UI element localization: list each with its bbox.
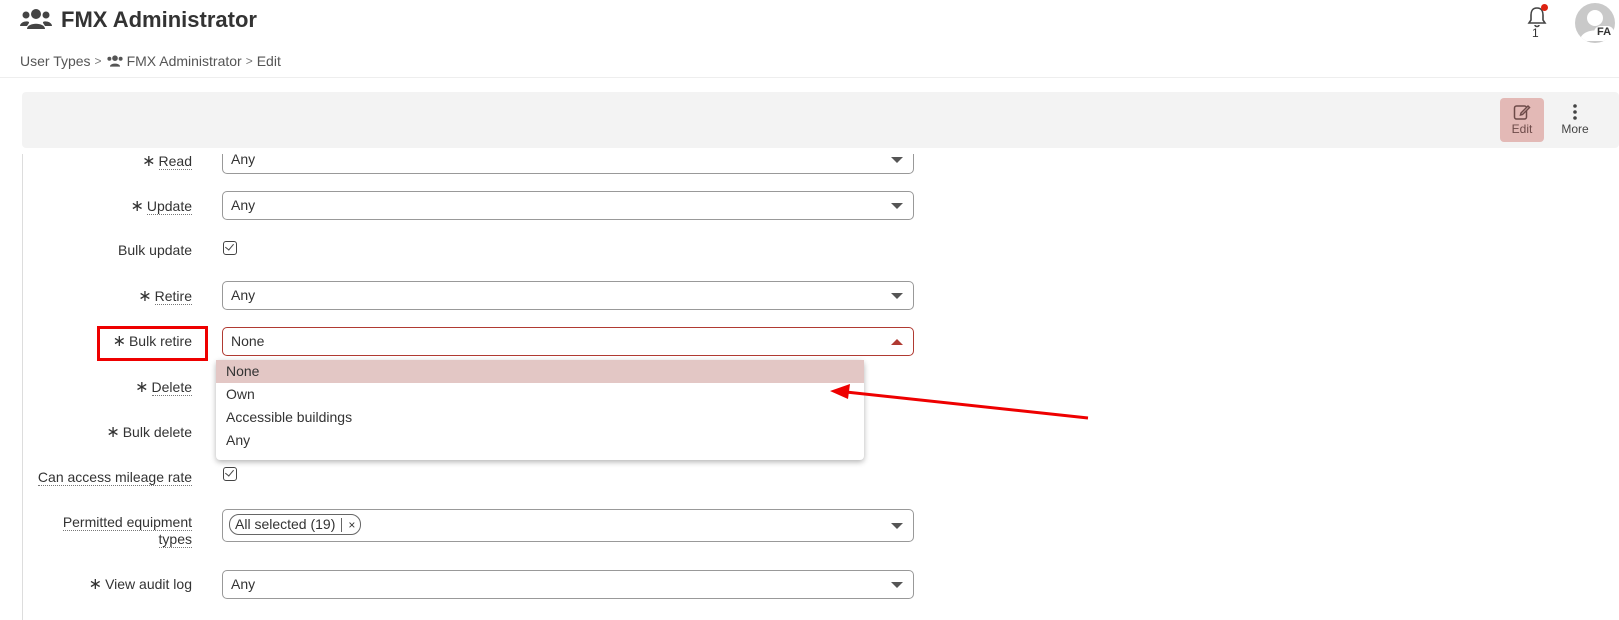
- more-button[interactable]: More: [1553, 98, 1597, 142]
- dropdown-option[interactable]: None: [216, 360, 864, 383]
- chevron-down-icon: [891, 293, 903, 299]
- dropdown-option[interactable]: Accessible buildings: [216, 406, 864, 429]
- chevron-right-icon: >: [245, 54, 253, 68]
- update-select[interactable]: Any: [222, 191, 914, 220]
- more-vertical-icon: [1573, 104, 1577, 120]
- dropdown-option[interactable]: Any: [216, 429, 864, 452]
- action-toolbar: Edit More: [22, 92, 1619, 148]
- required-marker: ∗: [135, 379, 149, 396]
- delete-label: ∗ Delete: [135, 379, 192, 396]
- retire-select-value: Any: [231, 287, 256, 303]
- retire-label-text: Retire: [154, 288, 192, 305]
- required-marker: ∗: [138, 288, 152, 305]
- avatar-initials: FA: [1594, 26, 1615, 39]
- bulk-update-label-text: Bulk update: [118, 242, 192, 258]
- required-marker: ∗: [142, 154, 156, 170]
- annotation-arrow-icon: [830, 384, 1089, 420]
- audit-select[interactable]: Any: [222, 570, 914, 599]
- bulk-update-checkbox[interactable]: [223, 241, 237, 255]
- chevron-down-icon: [891, 203, 903, 209]
- equipment-chip-label: All selected (19): [235, 516, 336, 532]
- audit-label: ∗ View audit log: [89, 576, 192, 593]
- equipment-multiselect[interactable]: All selected (19) ×: [222, 509, 914, 542]
- equipment-label: Permitted equipment types: [62, 514, 192, 548]
- users-icon: [20, 9, 52, 29]
- bulk-update-label: Bulk update: [118, 242, 192, 259]
- bulk-retire-select[interactable]: None: [222, 327, 914, 356]
- delete-label-text: Delete: [151, 379, 192, 396]
- edit-button[interactable]: Edit: [1500, 98, 1544, 142]
- audit-label-text: View audit log: [105, 576, 192, 592]
- audit-select-value: Any: [231, 576, 256, 592]
- page-title: FMX Administrator: [61, 7, 257, 32]
- breadcrumb-edit: Edit: [256, 53, 281, 69]
- chevron-down-icon: [891, 582, 903, 588]
- read-label-text: Read: [158, 154, 192, 170]
- edit-icon: [1513, 104, 1531, 120]
- mileage-label: Can access mileage rate: [37, 469, 192, 486]
- annotation-highlight-box: [97, 326, 208, 361]
- retire-label: ∗ Retire: [138, 288, 192, 305]
- required-marker: ∗: [106, 424, 120, 441]
- notification-count: 1: [1532, 26, 1539, 40]
- dropdown-option[interactable]: Own: [216, 383, 864, 406]
- bulk-retire-select-value: None: [231, 333, 265, 349]
- equipment-label-line2: types: [158, 531, 192, 548]
- required-marker: ∗: [88, 576, 103, 593]
- edit-button-label: Edit: [1511, 122, 1533, 136]
- chevron-right-icon: >: [94, 54, 102, 68]
- read-select-value: Any: [231, 154, 256, 167]
- equipment-chip: All selected (19) ×: [229, 514, 362, 535]
- mileage-checkbox[interactable]: [223, 467, 237, 481]
- retire-select[interactable]: Any: [222, 281, 914, 310]
- page-header: FMX Administrator User Types > FMX Admin…: [0, 0, 1619, 78]
- chevron-down-icon: [891, 157, 903, 163]
- bulk-delete-label: ∗ Bulk delete: [106, 424, 192, 441]
- read-label: ∗ Read: [142, 154, 192, 170]
- breadcrumb-fmx-administrator[interactable]: FMX Administrator: [127, 52, 242, 70]
- breadcrumb-user-types[interactable]: User Types: [20, 52, 91, 70]
- update-label-text: Update: [146, 198, 192, 215]
- mileage-label-text: Can access mileage rate: [37, 469, 192, 486]
- close-icon[interactable]: ×: [341, 518, 356, 532]
- bulk-retire-dropdown: None Own Accessible buildings Any: [216, 360, 864, 460]
- more-button-label: More: [1561, 122, 1589, 136]
- chevron-down-icon: [891, 523, 903, 529]
- read-select[interactable]: Any: [222, 154, 914, 174]
- breadcrumb: User Types > FMX Administrator > Edit: [20, 52, 281, 70]
- required-marker: ∗: [130, 198, 144, 215]
- notification-dot: [1541, 4, 1548, 11]
- users-icon: [106, 55, 123, 67]
- equipment-label-line1: Permitted equipment: [62, 514, 192, 531]
- update-select-value: Any: [231, 197, 256, 213]
- bulk-delete-label-text: Bulk delete: [122, 424, 192, 440]
- update-label: ∗ Update: [130, 198, 192, 215]
- chevron-up-icon: [891, 339, 903, 345]
